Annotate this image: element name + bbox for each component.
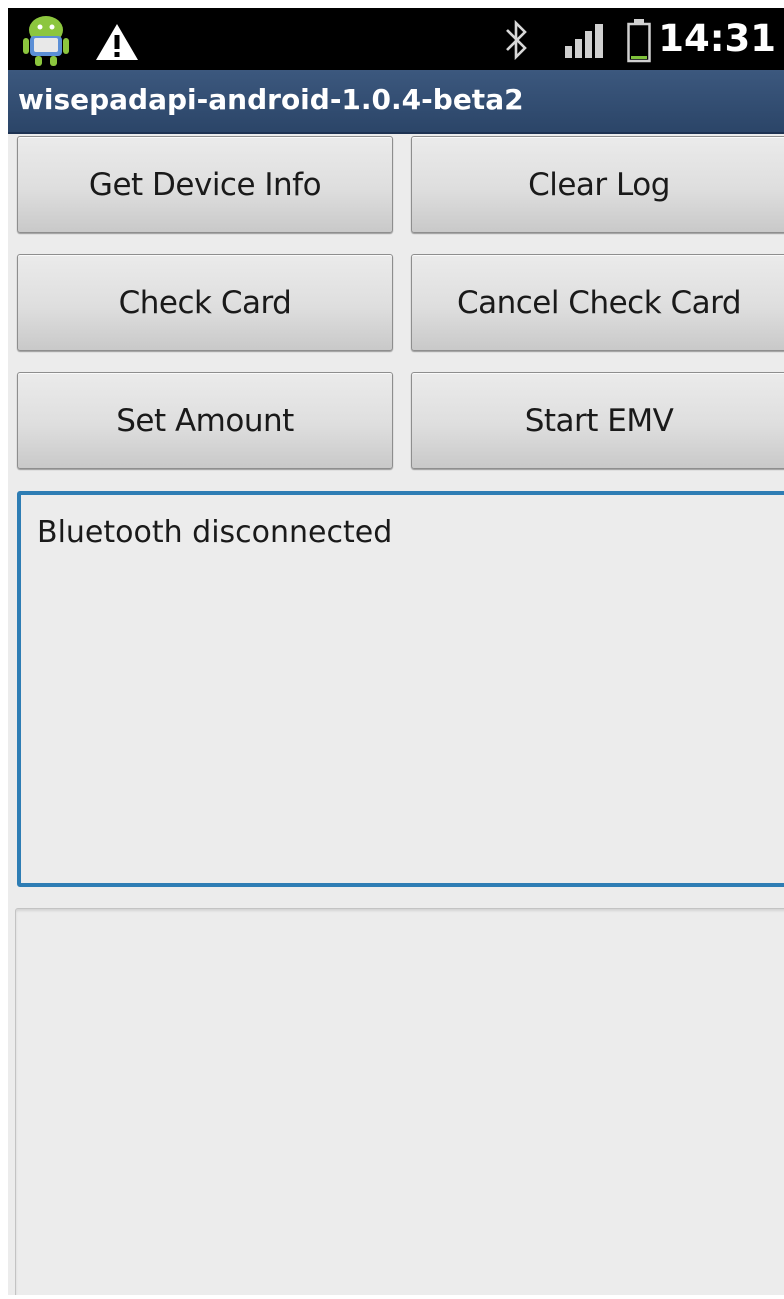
status-log-text: Bluetooth disconnected [37, 515, 393, 550]
output-textarea[interactable] [15, 908, 784, 1295]
start-emv-button[interactable]: Start EMV [411, 372, 784, 469]
clear-log-button[interactable]: Clear Log [411, 136, 784, 233]
battery-icon [627, 19, 651, 63]
warning-icon [96, 24, 138, 60]
signal-icon [565, 24, 603, 58]
cancel-check-card-button[interactable]: Cancel Check Card [411, 254, 784, 351]
status-bar: 14:31 [8, 8, 784, 70]
title-bar: wisepadapi-android-1.0.4-beta2 [8, 70, 784, 134]
get-device-info-button[interactable]: Get Device Info [17, 136, 393, 233]
status-clock: 14:31 [658, 17, 776, 60]
check-card-button[interactable]: Check Card [17, 254, 393, 351]
status-log-textarea[interactable]: Bluetooth disconnected [17, 491, 784, 887]
set-amount-button[interactable]: Set Amount [17, 372, 393, 469]
android-notification-icon [23, 16, 69, 66]
bluetooth-icon [506, 19, 527, 61]
app-screen: 14:31 wisepadapi-android-1.0.4-beta2 Get… [8, 8, 784, 1295]
app-title: wisepadapi-android-1.0.4-beta2 [18, 83, 524, 116]
